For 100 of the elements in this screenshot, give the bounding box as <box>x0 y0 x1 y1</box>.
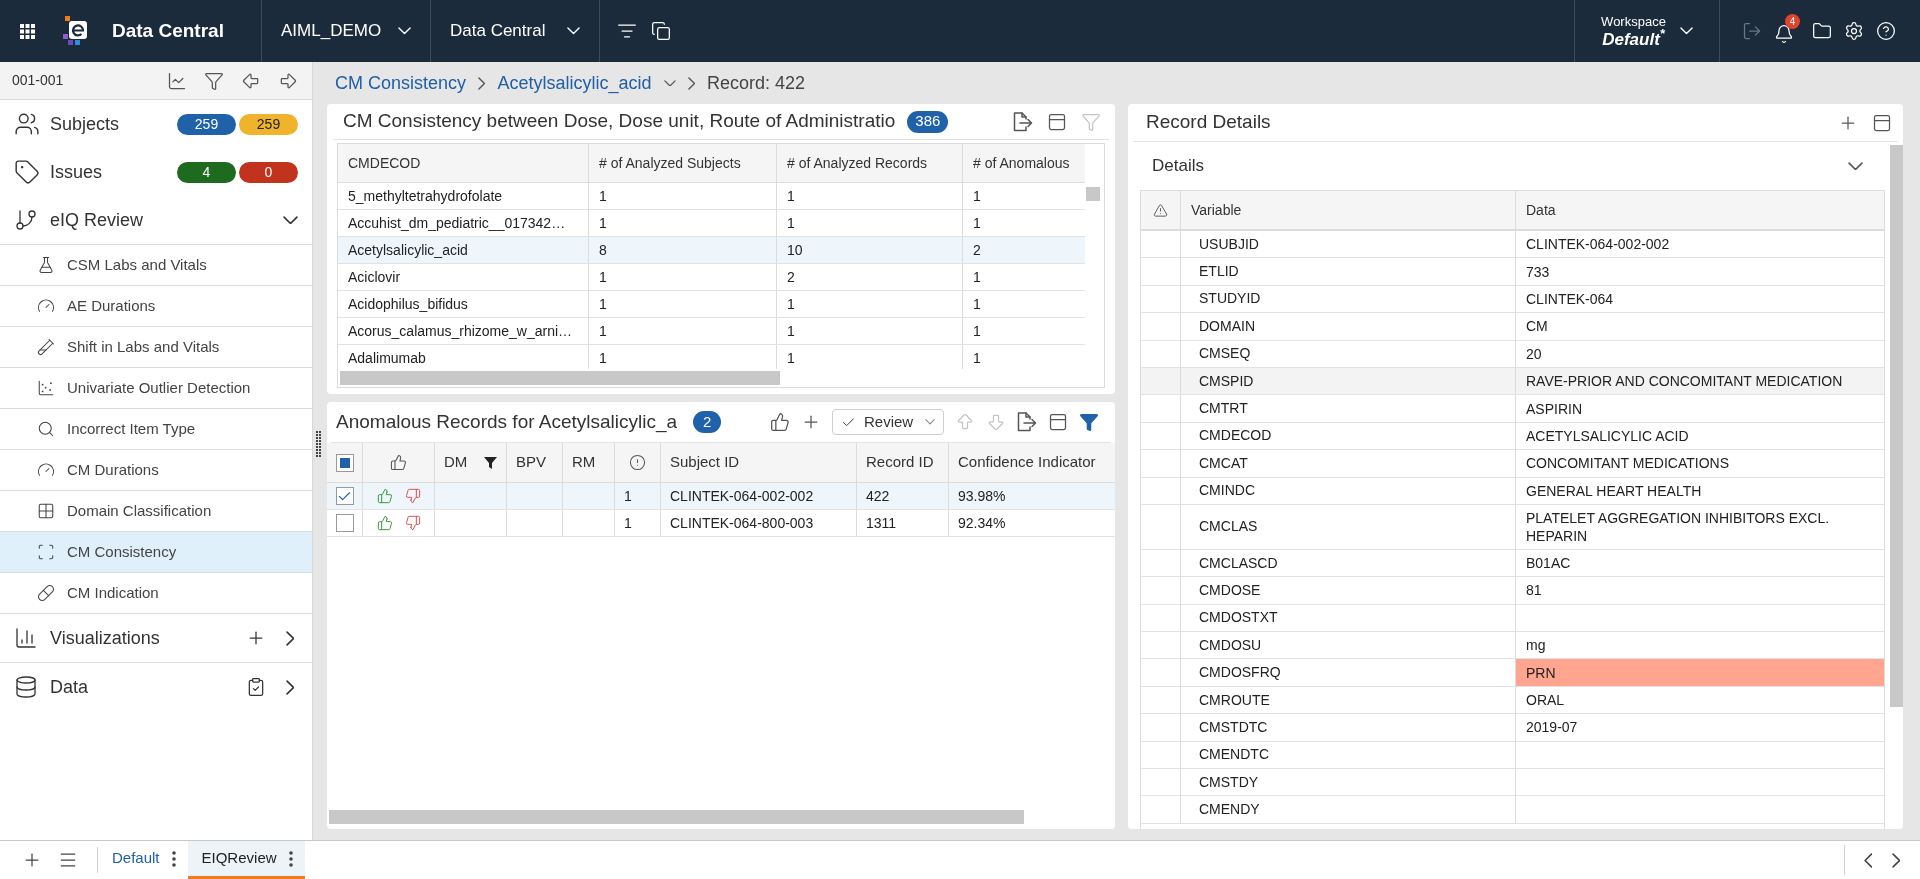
table-row[interactable]: Accuhist_dm_pediatric__017342… 1 1 1 <box>338 210 1085 237</box>
column-header[interactable]: # of Analyzed Records <box>777 144 963 182</box>
table-cell: 1 <box>777 183 963 209</box>
tag-icon <box>14 159 40 185</box>
table-row[interactable]: Acetylsalicylic_acid 8 10 2 <box>338 237 1085 264</box>
sidebar-section[interactable]: Visualizations <box>14 624 160 652</box>
column-header[interactable]: DM <box>435 443 507 482</box>
row-checkbox[interactable] <box>335 487 354 505</box>
select-all-checkbox[interactable] <box>335 453 354 472</box>
panel-title: Record Details <box>1146 110 1271 135</box>
chevron-down-icon <box>925 419 935 425</box>
thumbs-up-icon <box>390 454 407 471</box>
scroll-thumb[interactable] <box>329 810 1024 824</box>
warning-icon <box>1153 202 1168 218</box>
table-row[interactable]: Aciclovir 1 2 1 <box>338 264 1085 291</box>
arrow-up-icon <box>955 412 975 432</box>
sidebar-item[interactable]: Issues <box>14 158 103 186</box>
column-header[interactable]: # of Analyzed Subjects <box>589 144 777 182</box>
column-header[interactable]: Confidence Indicator <box>949 443 1115 482</box>
sidebar-item[interactable]: Subjects <box>14 110 120 138</box>
table-cell-text: 93.98% <box>957 486 1007 506</box>
table-row[interactable]: 1 CLINTEK-064-002-002 422 93.98% <box>327 483 1115 510</box>
workspace-dropdown[interactable]: Workspace Default$^{*}$ <box>1575 0 1719 62</box>
column-header[interactable]: BPV <box>507 443 563 482</box>
table-cell-text: 2 <box>972 240 982 260</box>
workspace-tab[interactable]: EIQReview <box>187 841 305 879</box>
menu-dropdown[interactable]: AIML_DEMO <box>262 0 430 62</box>
layout-button[interactable] <box>1048 412 1068 432</box>
column-header[interactable]: # of Anomalous <box>963 144 1085 182</box>
table-cell: 1 <box>589 291 777 317</box>
table-row[interactable]: 5_methyltetrahydrofolate 1 1 1 <box>338 183 1085 210</box>
layout-button[interactable] <box>1047 111 1067 132</box>
column-header[interactable]: Subject ID <box>661 443 857 482</box>
table-cell-text: CONCOMITANT MEDICATIONS <box>1525 454 1730 474</box>
more-icon[interactable] <box>171 850 176 867</box>
breadcrumb-dropdown[interactable]: Acetylsalicylic_acid <box>497 69 676 97</box>
table-cell: CMDOSTXT <box>1181 604 1516 632</box>
help-button[interactable] <box>1876 21 1896 41</box>
sidebar-section[interactable]: Data <box>14 673 89 701</box>
table-cell: 1 <box>589 183 777 209</box>
chart-button[interactable] <box>167 70 187 91</box>
export-button[interactable] <box>1017 412 1037 432</box>
review-dropdown[interactable]: Review <box>832 409 944 435</box>
column-header[interactable]: CMDECOD <box>338 144 589 182</box>
resize-grip-icon[interactable] <box>316 431 321 457</box>
table-cell: CMSEQ <box>1181 340 1516 367</box>
more-icon[interactable] <box>288 850 293 867</box>
table-cell-text: 1 <box>972 294 982 314</box>
breadcrumb-link[interactable]: CM Consistency <box>335 69 467 97</box>
table-row[interactable]: Acorus_calamus_rhizome_w_arni… 1 1 1 <box>338 318 1085 345</box>
table-cell: CMROUTE <box>1181 686 1516 714</box>
clipboard-button[interactable] <box>246 677 266 697</box>
search-icon <box>37 420 55 438</box>
thumbs-up-icon[interactable] <box>376 488 393 504</box>
table-cell: CMTRT <box>1181 395 1516 422</box>
column-header[interactable]: Data <box>1516 191 1884 229</box>
menu-dropdown[interactable]: Data Central <box>431 0 599 62</box>
column-header[interactable]: Record ID <box>857 443 949 482</box>
table-cell: 5_methyltetrahydrofolate <box>338 183 589 209</box>
filter-button[interactable] <box>1079 412 1099 432</box>
notification-count-badge: 4 <box>1785 14 1800 29</box>
bar-chart-icon <box>14 626 38 650</box>
scroll-thumb[interactable] <box>340 371 780 385</box>
scroll-thumb[interactable] <box>1890 145 1903 707</box>
folder-button[interactable] <box>1812 21 1832 41</box>
scroll-thumb[interactable] <box>1086 187 1100 201</box>
chevron-down-icon <box>567 27 580 35</box>
layout-button[interactable] <box>1872 112 1892 133</box>
table-cell-text: 1 <box>972 267 982 287</box>
table-cell: CMSTDTC <box>1181 714 1516 741</box>
sidebar-item[interactable]: CM Consistency <box>0 531 312 572</box>
thumbs-up-icon <box>770 412 790 432</box>
table-cell: 1 <box>615 510 661 536</box>
sidebar-section[interactable]: eIQ Review <box>14 206 144 234</box>
table-cell: Acidophilus_bifidus <box>338 291 589 317</box>
column-header[interactable]: Variable <box>1181 191 1516 229</box>
table-cell: Aciclovir <box>338 264 589 290</box>
thumbs-down-icon[interactable] <box>404 488 421 504</box>
table-cell: CMCLAS <box>1181 504 1516 549</box>
notifications-button[interactable]: 4 <box>1774 14 1800 48</box>
table-cell: CMINDC <box>1181 477 1516 504</box>
column-header[interactable]: RM <box>563 443 615 482</box>
table-row[interactable]: Acidophilus_bifidus 1 1 1 <box>338 291 1085 318</box>
settings-button[interactable] <box>1844 21 1864 41</box>
section-header[interactable]: Details <box>1140 142 1885 190</box>
row-checkbox[interactable] <box>335 514 354 532</box>
filter-button[interactable] <box>204 70 224 91</box>
export-button[interactable] <box>1013 111 1033 132</box>
table-row[interactable]: 1 CLINTEK-064-800-003 1311 92.34% <box>327 510 1115 537</box>
filter-icon <box>204 70 224 91</box>
table-cell-text: CM <box>1525 317 1549 337</box>
approve-button[interactable] <box>770 412 790 432</box>
table-cell-text: ORAL <box>1525 691 1566 711</box>
breadcrumb-current: Record: 422 <box>706 71 805 95</box>
filter-icon[interactable] <box>484 456 497 469</box>
count-badge: 4 <box>177 161 236 183</box>
table-cell-text: 20 <box>1525 344 1543 364</box>
thumbs-up-icon[interactable] <box>376 515 393 531</box>
thumbs-down-icon[interactable] <box>404 515 421 531</box>
line-chart-icon <box>167 70 187 91</box>
